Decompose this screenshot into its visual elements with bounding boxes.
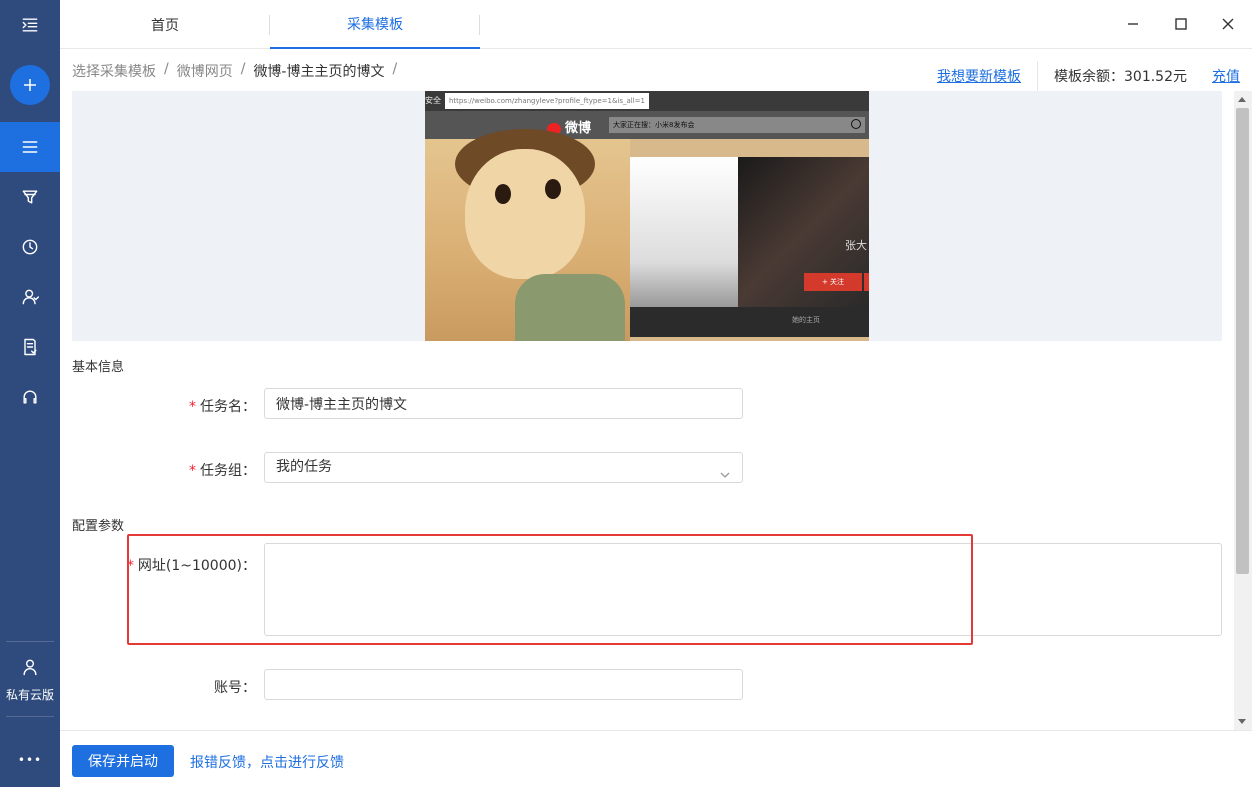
preview-art-eye xyxy=(495,184,511,204)
breadcrumb-separator: / xyxy=(240,61,246,77)
plus-icon xyxy=(24,79,36,91)
preview-search-text: 大家正在搜：小米8发布会 xyxy=(613,121,695,129)
request-template-link[interactable]: 我想要新模板 xyxy=(937,66,1021,86)
list-icon xyxy=(22,141,38,153)
task-group-label: * 任务组： xyxy=(189,463,256,479)
preview-art-body xyxy=(515,274,625,341)
document-icon xyxy=(24,338,37,356)
template-preview-area: 安全 https://weibo.com/zhangyleve?profile_… xyxy=(72,91,1222,341)
preview-art-face xyxy=(465,149,585,279)
minimize-icon xyxy=(1128,23,1138,25)
section-title-config: 配置参数 xyxy=(72,519,125,534)
sidebar-item-tasks[interactable] xyxy=(0,122,60,172)
menu-toggle-icon[interactable] xyxy=(0,0,60,49)
action-bar: 保存并启动 报错反馈，点击进行反馈 xyxy=(60,730,1252,787)
sidebar-item-support[interactable] xyxy=(0,372,60,422)
task-group-label-text: 任务组 xyxy=(200,463,242,479)
template-preview-image: 安全 https://weibo.com/zhangyleve?profile_… xyxy=(425,91,869,341)
section-title-basic: 基本信息 xyxy=(72,360,125,375)
sidebar: 私有云版 ••• xyxy=(0,0,60,787)
url-textarea[interactable] xyxy=(264,543,1222,636)
preview-url: https://weibo.com/zhangyleve?profile_fty… xyxy=(445,93,649,109)
required-mark: * xyxy=(126,558,134,574)
task-group-select[interactable]: 我的任务 xyxy=(264,452,743,483)
search-icon xyxy=(851,119,861,129)
account-label: 账号： xyxy=(214,680,256,696)
funnel-icon xyxy=(22,190,38,204)
preview-profile-card: 张大 + 关注 她的主页 xyxy=(630,157,869,337)
preview-follow-more xyxy=(864,273,869,291)
preview-security-label: 安全 xyxy=(425,96,441,105)
user-icon xyxy=(23,659,37,676)
private-cloud-button[interactable] xyxy=(0,656,60,678)
header-actions: 我想要新模板 模板余额： 301.52元 充值 xyxy=(937,61,1240,91)
breadcrumb-item[interactable]: 选择采集模板 xyxy=(72,61,156,81)
close-icon xyxy=(1222,18,1234,30)
breadcrumb: 选择采集模板 / 微博网页 / 微博-博主主页的博文 / xyxy=(72,61,405,81)
sidebar-item-history[interactable] xyxy=(0,222,60,272)
sidebar-item-docs[interactable] xyxy=(0,322,60,372)
private-cloud-label[interactable]: 私有云版 xyxy=(0,686,60,703)
preview-home-label: 她的主页 xyxy=(792,316,820,324)
header-divider xyxy=(1037,61,1038,91)
preview-card-panel xyxy=(630,157,738,307)
breadcrumb-item[interactable]: 微博网页 xyxy=(177,61,233,81)
required-mark: * xyxy=(189,399,196,415)
scrollbar-thumb[interactable] xyxy=(1236,108,1249,574)
feedback-link[interactable]: 报错反馈，点击进行反馈 xyxy=(190,752,344,772)
account-input[interactable] xyxy=(264,669,743,700)
sidebar-divider xyxy=(6,716,54,717)
preview-url-bar: 安全 https://weibo.com/zhangyleve?profile_… xyxy=(425,91,869,111)
recharge-link[interactable]: 充值 xyxy=(1212,66,1240,86)
preview-search: 大家正在搜：小米8发布会 xyxy=(609,117,865,133)
more-icon[interactable]: ••• xyxy=(0,745,60,775)
url-label: * 网址(1~10000)： xyxy=(126,558,256,574)
headset-icon xyxy=(23,390,37,404)
required-mark: * xyxy=(189,463,196,479)
minimize-button[interactable] xyxy=(1121,12,1145,36)
task-name-label-text: 任务名 xyxy=(200,399,242,415)
close-button[interactable] xyxy=(1216,12,1240,36)
balance-label: 模板余额： xyxy=(1054,69,1124,85)
tab-divider xyxy=(479,15,480,35)
sidebar-divider xyxy=(6,641,54,642)
chevron-down-icon xyxy=(720,462,730,478)
breadcrumb-separator: / xyxy=(392,61,398,77)
preview-banner-art xyxy=(425,129,630,341)
preview-profile-name: 张大 xyxy=(845,239,867,252)
breadcrumb-current: 微博-博主主页的博文 xyxy=(253,64,385,80)
sidebar-item-account[interactable] xyxy=(0,272,60,322)
preview-follow-button: + 关注 xyxy=(804,273,862,291)
preview-art-eye xyxy=(545,179,561,199)
clock-icon xyxy=(22,239,38,255)
vertical-scrollbar[interactable] xyxy=(1234,91,1252,730)
sidebar-item-filter[interactable] xyxy=(0,172,60,222)
breadcrumb-row: 选择采集模板 / 微博网页 / 微博-博主主页的博文 / 我想要新模板 模板余额… xyxy=(60,49,1252,91)
new-task-button[interactable] xyxy=(10,65,50,105)
scroll-down-icon[interactable] xyxy=(1238,719,1246,724)
tab-home[interactable]: 首页 xyxy=(60,0,270,49)
users-icon xyxy=(22,289,40,305)
scroll-up-icon[interactable] xyxy=(1238,97,1246,102)
task-group-value: 我的任务 xyxy=(276,459,332,475)
balance-value: 301.52元 xyxy=(1124,69,1187,85)
preview-logo-text: 微博 xyxy=(565,121,592,136)
tab-templates[interactable]: 采集模板 xyxy=(270,0,480,49)
url-label-text: 网址(1~10000) xyxy=(137,558,242,574)
save-and-start-button[interactable]: 保存并启动 xyxy=(72,745,174,777)
maximize-button[interactable] xyxy=(1169,12,1193,36)
account-label-text: 账号 xyxy=(214,680,242,696)
breadcrumb-separator: / xyxy=(164,61,169,77)
task-name-input[interactable] xyxy=(264,388,743,419)
maximize-icon xyxy=(1175,18,1187,30)
top-bar: 首页 采集模板 xyxy=(60,0,1252,49)
task-name-label: * 任务名： xyxy=(189,399,256,415)
